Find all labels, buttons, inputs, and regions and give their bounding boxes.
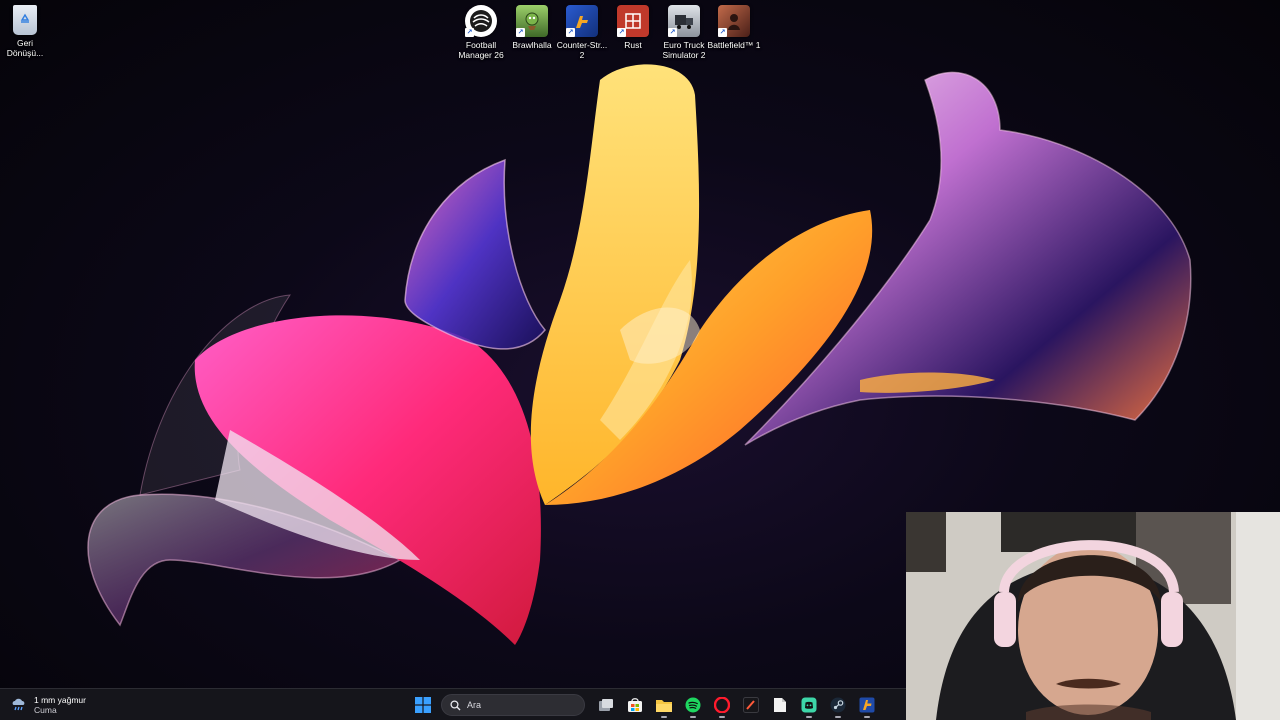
taskbar-center: Ara bbox=[408, 692, 881, 718]
running-indicator bbox=[863, 716, 870, 718]
shortcut-label: Battlefield™ 1 bbox=[707, 40, 761, 50]
webcam-overlay bbox=[906, 512, 1280, 720]
task-view-icon bbox=[598, 699, 613, 711]
taskbar-counter-strike[interactable] bbox=[854, 692, 880, 718]
running-indicator bbox=[834, 716, 841, 718]
shortcut-label: Euro Truck Simulator 2 bbox=[662, 40, 706, 60]
rain-cloud-icon bbox=[12, 698, 25, 711]
shortcut-football-manager[interactable]: ↗ Football Manager 26 bbox=[453, 5, 509, 60]
weather-day: Cuma bbox=[34, 705, 57, 715]
rust-icon: ↗ bbox=[617, 5, 649, 37]
shortcut-label: Brawlhalla bbox=[512, 40, 552, 50]
discord-icon bbox=[801, 697, 816, 713]
search-icon bbox=[450, 699, 461, 710]
weather-temperature: 1 mm yağmur bbox=[34, 695, 86, 705]
store-icon bbox=[627, 698, 642, 712]
taskbar-notepad[interactable] bbox=[767, 692, 793, 718]
taskbar-store[interactable] bbox=[622, 692, 648, 718]
taskbar-steam[interactable] bbox=[825, 692, 851, 718]
brawlhalla-icon: ↗ bbox=[516, 5, 548, 37]
taskbar-task-view[interactable] bbox=[593, 692, 619, 718]
running-indicator bbox=[660, 716, 667, 718]
shortcut-euro-truck[interactable]: ↗ Euro Truck Simulator 2 bbox=[656, 5, 712, 60]
recycle-bin-icon bbox=[13, 5, 37, 35]
shortcut-label: Football Manager 26 bbox=[458, 40, 504, 60]
euro-truck-icon: ↗ bbox=[668, 5, 700, 37]
counter-strike-icon bbox=[859, 697, 874, 713]
taskbar-opera[interactable] bbox=[709, 692, 735, 718]
taskbar-discord[interactable] bbox=[796, 692, 822, 718]
shortcut-rust[interactable]: ↗ Rust bbox=[605, 5, 661, 50]
opera-icon bbox=[713, 697, 730, 713]
running-indicator bbox=[689, 716, 696, 718]
football-manager-icon: ↗ bbox=[465, 5, 497, 37]
counter-strike-icon: ↗ bbox=[566, 5, 598, 37]
shortcut-label: Counter-Str... 2 bbox=[556, 40, 608, 60]
battlefield-icon: ↗ bbox=[718, 5, 750, 37]
search-box[interactable]: Ara bbox=[441, 694, 585, 716]
running-indicator bbox=[718, 716, 725, 718]
running-indicator bbox=[805, 716, 812, 718]
shortcut-counter-strike[interactable]: ↗ Counter-Str... 2 bbox=[554, 5, 610, 60]
shortcut-battlefield[interactable]: ↗ Battlefield™ 1 bbox=[706, 5, 762, 50]
app-icon bbox=[742, 697, 759, 713]
webcam-feed bbox=[906, 512, 1280, 720]
weather-widget[interactable]: 1 mm yağmur Cuma bbox=[10, 693, 86, 717]
taskbar-spotify[interactable] bbox=[680, 692, 706, 718]
desktop: Geri Dönüşü... ↗ Football Manager 26 ↗ B… bbox=[0, 0, 1280, 720]
folder-icon bbox=[655, 699, 672, 712]
spotify-icon bbox=[685, 697, 700, 713]
taskbar-file-explorer[interactable] bbox=[651, 692, 677, 718]
steam-icon bbox=[830, 697, 845, 713]
shortcut-brawlhalla[interactable]: ↗ Brawlhalla bbox=[504, 5, 560, 50]
shortcut-label: Rust bbox=[624, 40, 642, 50]
recycle-bin-label: Geri Dönüşü... bbox=[6, 38, 44, 58]
recycle-bin-shortcut[interactable]: Geri Dönüşü... bbox=[0, 5, 53, 58]
windows-start-icon bbox=[414, 697, 431, 713]
document-icon bbox=[773, 698, 786, 712]
start-button[interactable] bbox=[410, 692, 436, 718]
search-placeholder: Ara bbox=[467, 700, 482, 710]
taskbar-app-dark[interactable] bbox=[738, 692, 764, 718]
taskbar: 1 mm yağmur Cuma Ara bbox=[0, 688, 906, 720]
